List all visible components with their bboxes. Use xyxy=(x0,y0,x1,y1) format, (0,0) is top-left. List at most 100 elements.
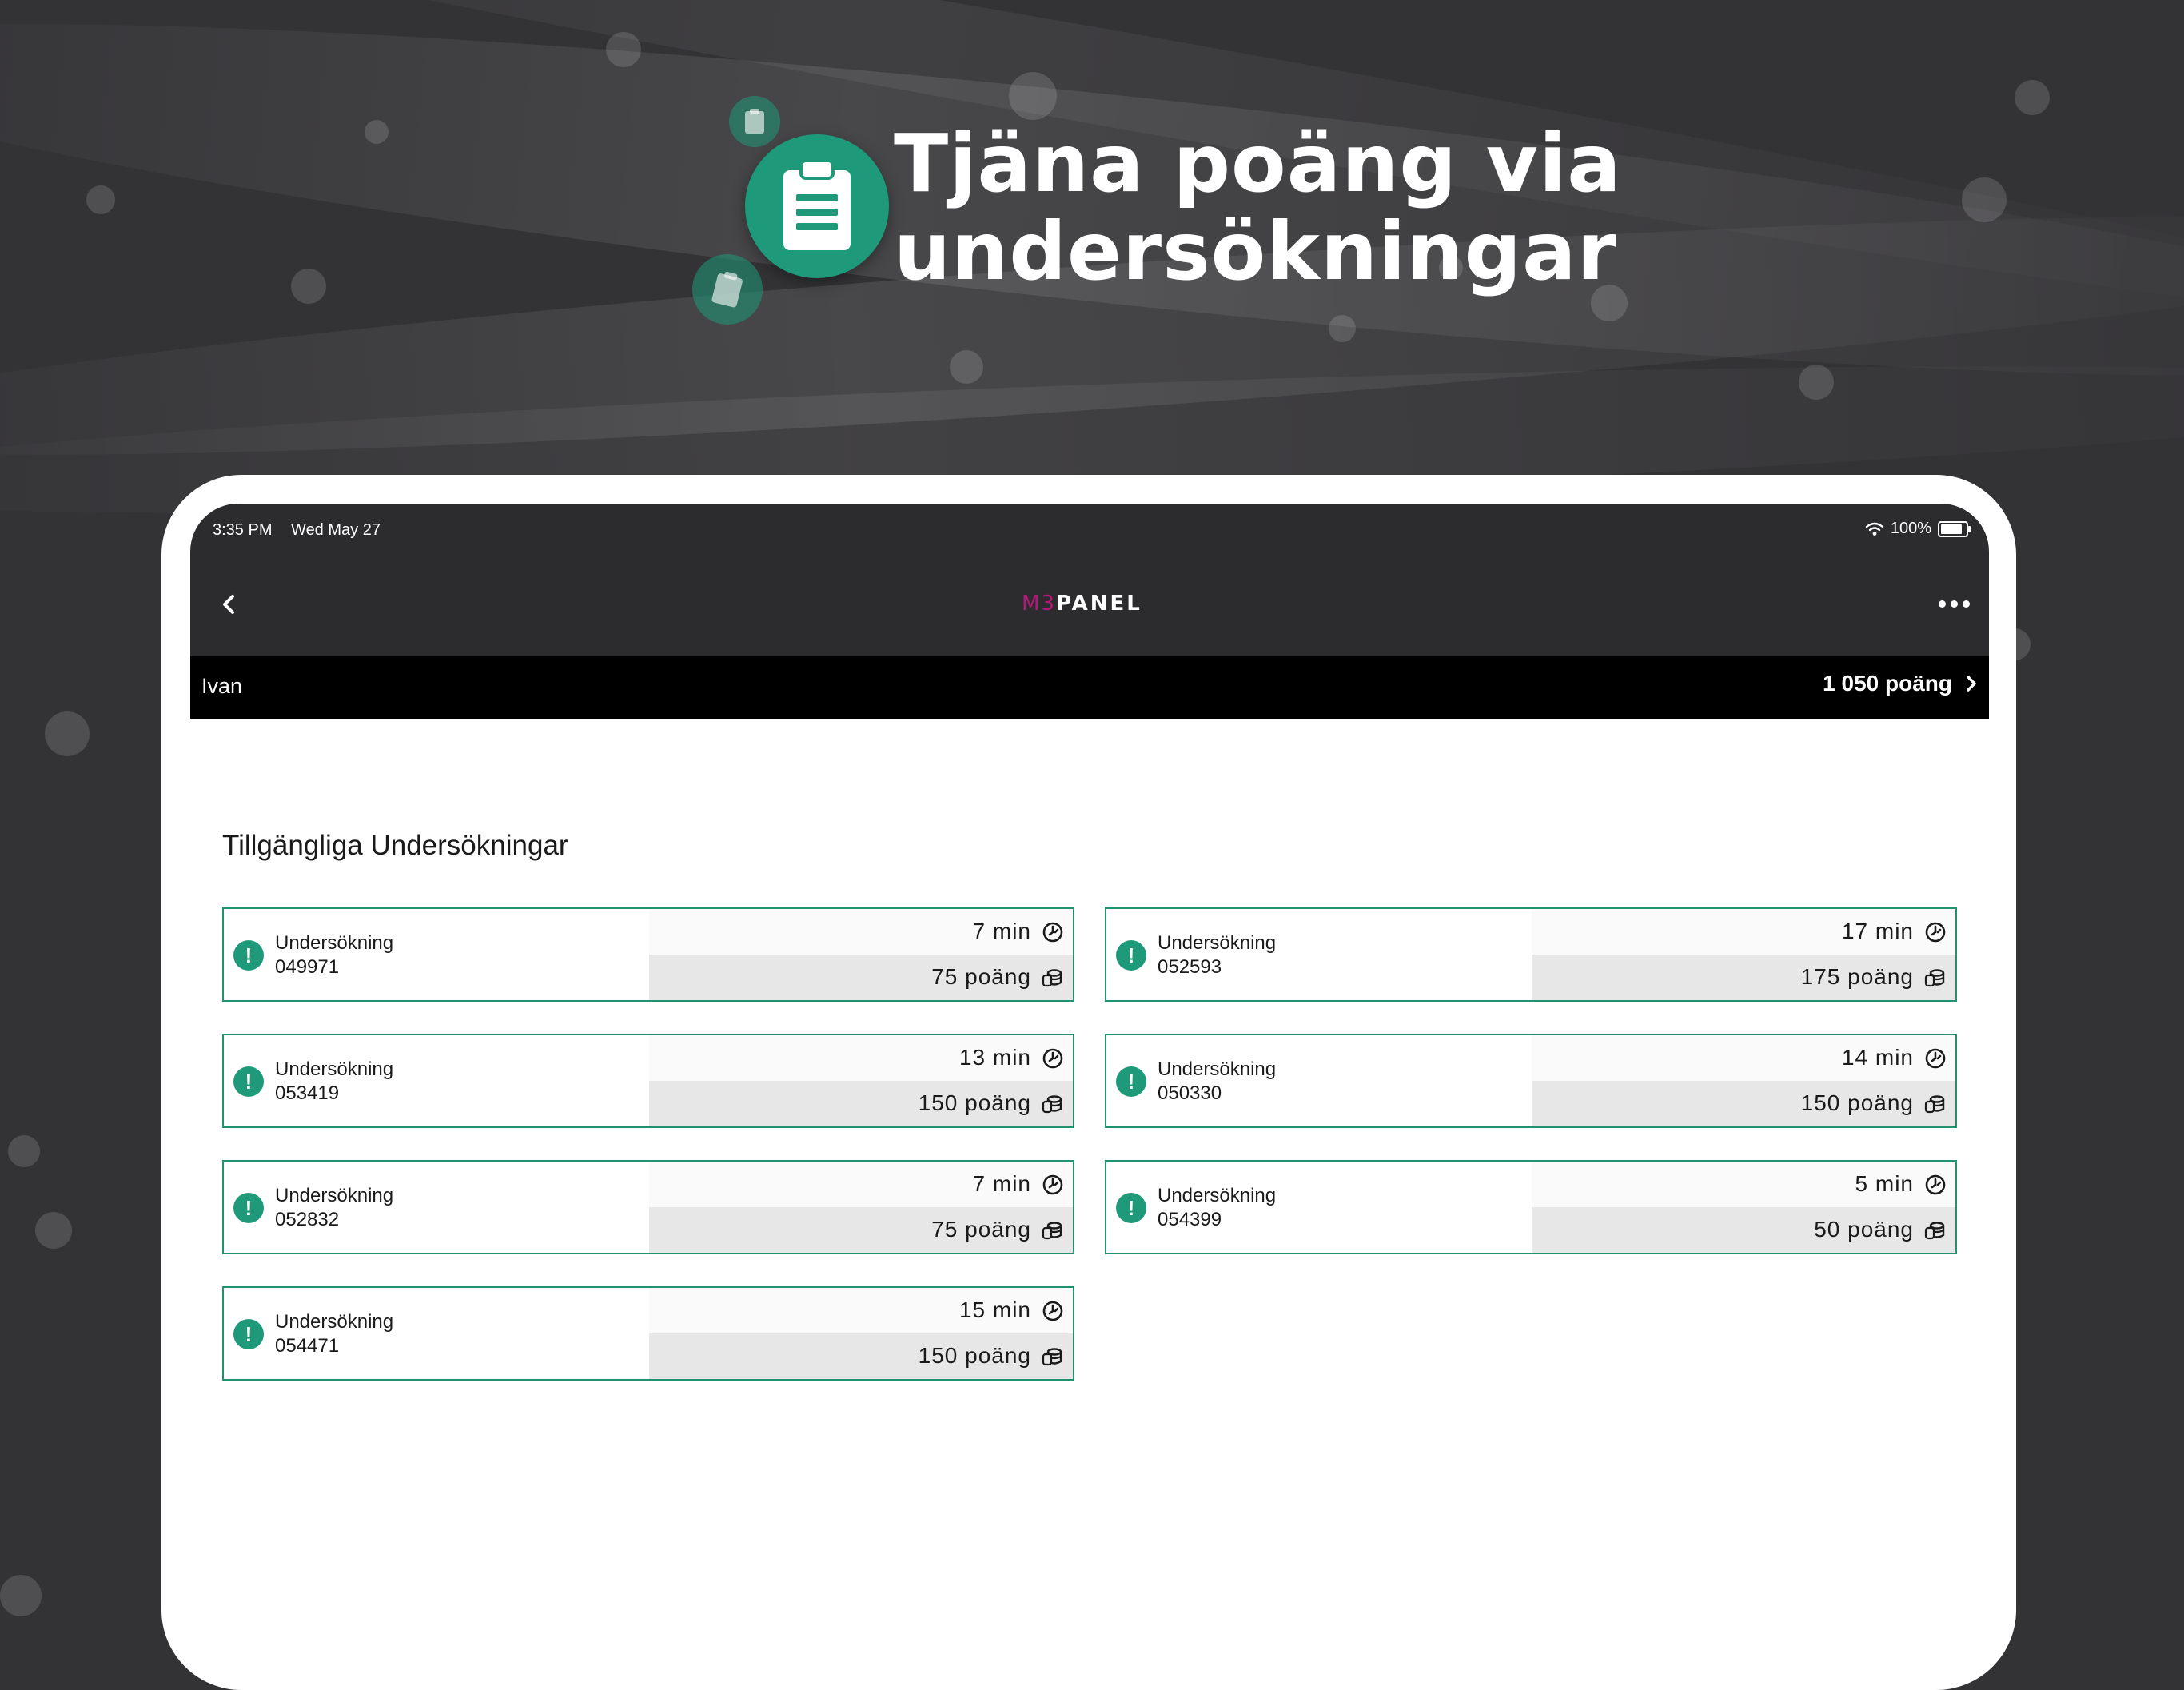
survey-info: ! Undersökning 050330 xyxy=(1106,1035,1532,1126)
clock-icon xyxy=(1925,1048,1946,1069)
back-button[interactable] xyxy=(209,585,248,624)
survey-info: ! Undersökning 053419 xyxy=(224,1035,649,1126)
survey-points: 150 poäng xyxy=(1800,1090,1914,1115)
survey-meta: 13 min 150 poäng xyxy=(649,1035,1073,1126)
more-dots-icon xyxy=(1938,600,1946,608)
survey-duration: 14 min xyxy=(1841,1045,1914,1070)
clock-icon xyxy=(1925,922,1946,943)
survey-info: ! Undersökning 052832 xyxy=(224,1162,649,1253)
survey-info: ! Undersökning 054471 xyxy=(224,1288,649,1379)
survey-card[interactable]: ! Undersökning 054471 15 min 150 poäng xyxy=(222,1286,1074,1381)
tablet-screen: 3:35 PM Wed May 27 100% M3 PANEL Ivan 1 … xyxy=(190,504,1989,1663)
survey-id: 050330 xyxy=(1158,1082,1222,1104)
survey-card[interactable]: ! Undersökning 053419 13 min 150 poäng xyxy=(222,1034,1074,1128)
survey-duration: 17 min xyxy=(1841,919,1914,943)
bokeh-dot xyxy=(35,1212,72,1249)
coins-icon xyxy=(1042,1222,1062,1240)
alert-icon: ! xyxy=(233,1066,264,1097)
survey-label: Undersökning xyxy=(275,932,394,954)
coins-icon xyxy=(1924,969,1945,987)
survey-card[interactable]: ! Undersökning 054399 5 min 50 poäng xyxy=(1105,1160,1957,1254)
survey-info: ! Undersökning 049971 xyxy=(224,909,649,1000)
logo-m3-text: M3 xyxy=(1022,592,1056,616)
survey-points-row: 150 poäng xyxy=(649,1081,1073,1126)
hero-title-line2: undersökningar xyxy=(894,205,1617,298)
survey-card[interactable]: ! Undersökning 052593 17 min 175 poäng xyxy=(1105,907,1957,1002)
clipboard-icon xyxy=(729,96,780,147)
survey-id: 054399 xyxy=(1158,1209,1222,1230)
survey-points-row: 150 poäng xyxy=(649,1333,1073,1379)
survey-points-row: 75 poäng xyxy=(649,955,1073,1000)
bokeh-dot xyxy=(86,185,115,214)
survey-name: Undersökning 049971 xyxy=(275,931,393,979)
survey-name: Undersökning 053419 xyxy=(275,1058,393,1106)
m3-panel-logo: M3 PANEL xyxy=(1022,592,1142,616)
survey-card[interactable]: ! Undersökning 050330 14 min 150 poäng xyxy=(1105,1034,1957,1128)
bokeh-dot xyxy=(0,1575,42,1616)
survey-duration-row: 13 min xyxy=(649,1035,1073,1081)
alert-icon: ! xyxy=(233,940,264,971)
survey-name: Undersökning 054471 xyxy=(275,1310,393,1358)
survey-info: ! Undersökning 054399 xyxy=(1106,1162,1532,1253)
battery-icon xyxy=(1938,520,1971,537)
survey-points: 75 poäng xyxy=(931,964,1031,989)
clock-icon xyxy=(1042,1048,1063,1069)
coins-icon xyxy=(1042,1095,1062,1114)
section-title: Tillgängliga Undersökningar xyxy=(222,830,568,861)
survey-duration-row: 7 min xyxy=(649,1162,1073,1207)
survey-points-row: 50 poäng xyxy=(1532,1207,1955,1253)
bokeh-dot xyxy=(365,120,389,144)
survey-info: ! Undersökning 052593 xyxy=(1106,909,1532,1000)
survey-meta: 14 min 150 poäng xyxy=(1532,1035,1955,1126)
more-options-button[interactable] xyxy=(1930,592,1978,616)
survey-id: 052593 xyxy=(1158,956,1222,978)
alert-icon: ! xyxy=(233,1319,264,1349)
survey-name: Undersökning 052593 xyxy=(1158,931,1276,979)
status-bar: 3:35 PM Wed May 27 100% xyxy=(190,504,1989,560)
status-date: Wed May 27 xyxy=(291,521,381,539)
survey-id: 053419 xyxy=(275,1082,340,1104)
clipboard-icon xyxy=(692,254,763,325)
status-left: 3:35 PM Wed May 27 xyxy=(213,521,395,540)
battery-level xyxy=(1941,524,1962,534)
survey-name: Undersökning 054399 xyxy=(1158,1184,1276,1232)
survey-duration-row: 7 min xyxy=(649,909,1073,955)
survey-meta: 17 min 175 poäng xyxy=(1532,909,1955,1000)
survey-label: Undersökning xyxy=(1158,932,1277,954)
survey-id: 054471 xyxy=(275,1335,340,1357)
more-dots-icon xyxy=(1962,600,1970,608)
survey-points: 150 poäng xyxy=(918,1090,1031,1115)
chevron-left-icon xyxy=(223,595,234,614)
bokeh-dot xyxy=(1329,315,1356,342)
survey-duration-row: 17 min xyxy=(1532,909,1955,955)
survey-points: 50 poäng xyxy=(1814,1217,1914,1242)
survey-meta: 7 min 75 poäng xyxy=(649,1162,1073,1253)
bokeh-dot xyxy=(291,269,326,304)
survey-points-row: 75 poäng xyxy=(649,1207,1073,1253)
clock-icon xyxy=(1042,1174,1063,1195)
survey-duration: 15 min xyxy=(958,1297,1031,1322)
survey-id: 052832 xyxy=(275,1209,340,1230)
coins-icon xyxy=(1924,1222,1945,1240)
survey-label: Undersökning xyxy=(1158,1185,1277,1206)
survey-duration: 13 min xyxy=(958,1045,1031,1070)
bokeh-dot xyxy=(950,350,983,384)
survey-card[interactable]: ! Undersökning 052832 7 min 75 poäng xyxy=(222,1160,1074,1254)
bokeh-dot xyxy=(2015,80,2050,115)
alert-icon: ! xyxy=(1116,940,1146,971)
status-right: 100% xyxy=(1865,520,1971,538)
bokeh-dot xyxy=(8,1135,40,1167)
survey-card[interactable]: ! Undersökning 049971 7 min 75 poäng xyxy=(222,907,1074,1002)
main-content: Tillgängliga Undersökningar ! Undersökni… xyxy=(190,656,1989,1663)
survey-points-row: 150 poäng xyxy=(1532,1081,1955,1126)
clock-icon xyxy=(1925,1174,1946,1195)
hero-title-line1: Tjäna poäng via xyxy=(894,117,1622,210)
survey-points: 175 poäng xyxy=(1800,964,1914,989)
alert-icon: ! xyxy=(1116,1193,1146,1223)
hero-title: Tjäna poäng via undersökningar xyxy=(894,120,1622,296)
survey-duration-row: 5 min xyxy=(1532,1162,1955,1207)
survey-points: 75 poäng xyxy=(931,1217,1031,1242)
coins-icon xyxy=(1042,1348,1062,1366)
bokeh-dot xyxy=(1962,177,2007,222)
battery-percent: 100% xyxy=(1890,520,1931,537)
